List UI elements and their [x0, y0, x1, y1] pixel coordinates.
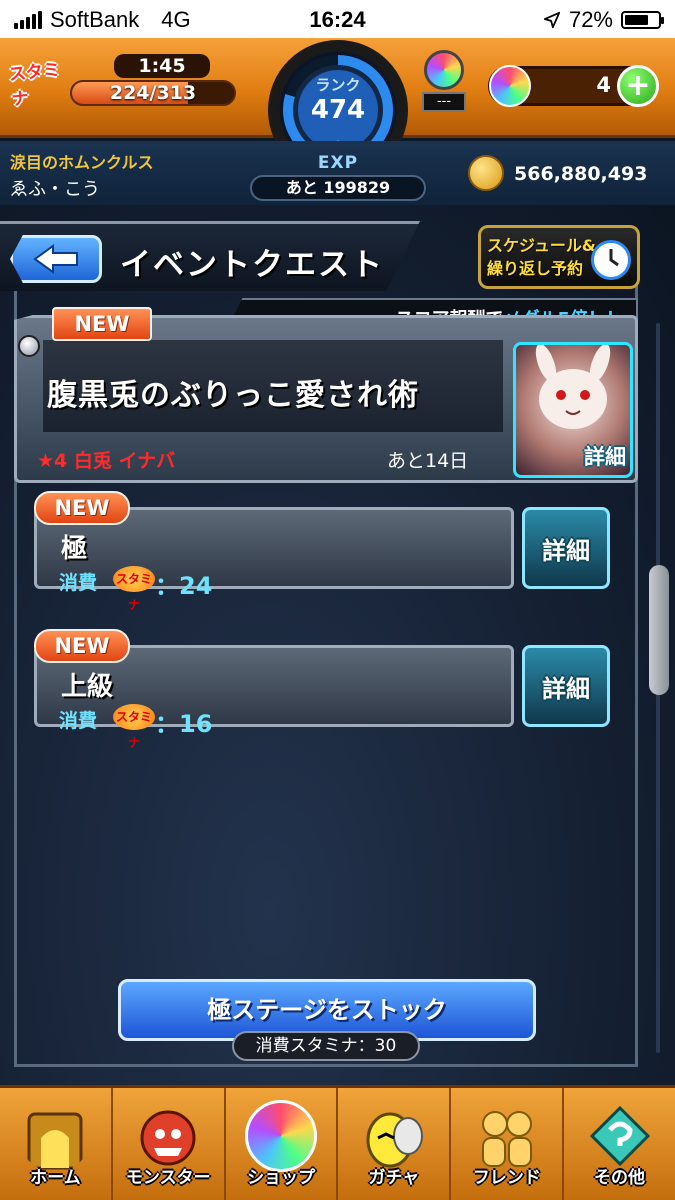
- player-title: 涙目のホムンクルス: [10, 153, 154, 172]
- event-subtitle: ★4 白兎 イナバ: [37, 450, 176, 472]
- nav-gacha[interactable]: ガチャ: [338, 1088, 452, 1200]
- pin-icon: [18, 335, 40, 357]
- rank-value: 474: [310, 95, 366, 125]
- rainbow-orb-icon: [424, 50, 464, 90]
- exp-panel: EXP あと 199829: [250, 153, 426, 201]
- quest-cost-label: 消費: [59, 710, 98, 732]
- stamina-icon: スタミナ: [8, 60, 61, 111]
- other-icon: [589, 1105, 650, 1167]
- page-title: イベントクエスト: [120, 247, 384, 283]
- nav-label: ガチャ: [368, 1168, 420, 1188]
- stamina-gauge[interactable]: スタミナ 224/313 1:45: [8, 52, 240, 114]
- bottom-nav: ホーム モンスター ショップ ガチャ フレンド その他: [0, 1085, 675, 1200]
- nav-home[interactable]: ホーム: [0, 1088, 113, 1200]
- scrollbar-thumb[interactable]: [649, 565, 669, 695]
- nav-label: ホーム: [30, 1168, 81, 1188]
- player-name: ゑふ・こう: [10, 179, 100, 200]
- stamina-timer: 1:45: [114, 54, 210, 78]
- player-info-bar: 涙目のホムンクルス ゑふ・こう EXP あと 199829 566,880,49…: [0, 141, 675, 205]
- nav-label: ショップ: [247, 1168, 316, 1188]
- add-orbs-button[interactable]: +: [617, 65, 659, 107]
- nav-label: フレンド: [472, 1168, 541, 1188]
- battery-icon: [621, 11, 664, 29]
- battery-level: [625, 15, 649, 25]
- quest-cost-value: ：16: [155, 710, 213, 738]
- gacha-egg-icon: [366, 1112, 423, 1168]
- schedule-label-line1: スケジュール&: [487, 236, 596, 255]
- stamina-bar: 224/313: [70, 80, 236, 106]
- schedule-button[interactable]: スケジュール& 繰り返し予約: [478, 225, 640, 289]
- orb-count: 4: [596, 73, 611, 97]
- quest-row[interactable]: 極 消費 スタミナ ：24 詳細 NEW: [34, 491, 612, 612]
- new-tag: NEW: [34, 491, 130, 525]
- quest-cost-label: 消費: [59, 572, 98, 594]
- nav-label: その他: [594, 1168, 646, 1188]
- event-detail-label: 詳細: [584, 445, 626, 469]
- event-remaining: あと14日: [387, 450, 469, 472]
- nav-other[interactable]: その他: [564, 1088, 675, 1200]
- coin-count: 566,880,493: [514, 163, 648, 185]
- new-tag: NEW: [34, 629, 130, 663]
- main-content: イベントクエスト スケジュール& 繰り返し予約 スコア報酬でメダル5倍！！ 腹黒…: [0, 205, 675, 1085]
- nav-label: モンスター: [125, 1168, 211, 1188]
- orb-balance[interactable]: 4 +: [488, 65, 659, 107]
- exp-remaining: あと 199829: [250, 175, 426, 201]
- alarm-clock-icon: [591, 240, 631, 280]
- exp-label: EXP: [317, 153, 359, 173]
- back-button[interactable]: [10, 235, 102, 283]
- stamina-value: 224/313: [109, 82, 197, 104]
- rank-label: ランク: [315, 76, 361, 94]
- quest-detail-button[interactable]: 詳細: [522, 645, 610, 727]
- event-title: 腹黒兎のぶりっこ愛され術: [47, 378, 419, 413]
- status-bar: SoftBank 4G 16:24 72%: [0, 0, 675, 38]
- top-header: スタミナ 224/313 1:45 ランク 474 --- 4 +: [0, 38, 675, 180]
- friends-icon: [481, 1111, 532, 1167]
- status-right: 72%: [543, 7, 664, 33]
- quest-cost-value: ：24: [155, 572, 213, 600]
- quest-row[interactable]: 上級 消費 スタミナ ：16 詳細 NEW: [34, 629, 612, 750]
- nav-monster[interactable]: モンスター: [113, 1088, 226, 1200]
- orb-slot-value: ---: [422, 92, 466, 112]
- stamina-icon: スタミナ: [113, 566, 155, 612]
- battery-percent: 72%: [568, 7, 613, 32]
- new-tag: NEW: [52, 307, 152, 341]
- event-detail-button[interactable]: 詳細: [513, 342, 633, 478]
- orb-slot[interactable]: ---: [418, 50, 470, 120]
- monster-icon: [140, 1110, 196, 1166]
- gold-coin-icon: [468, 155, 504, 191]
- quest-detail-button[interactable]: 詳細: [522, 507, 610, 589]
- quest-name: 極: [61, 534, 88, 564]
- stamina-icon: スタミナ: [113, 704, 155, 750]
- rank-text: ランク 474: [308, 74, 368, 142]
- orb-currency-icon: [489, 65, 531, 107]
- orb-shop-icon: [245, 1100, 318, 1172]
- back-arrow-icon: [33, 244, 78, 274]
- stock-cost: 消費スタミナ：30: [232, 1031, 420, 1061]
- nav-friend[interactable]: フレンド: [451, 1088, 565, 1200]
- home-gate-icon: [27, 1112, 83, 1170]
- nav-shop[interactable]: ショップ: [226, 1088, 339, 1200]
- location-arrow-icon: [543, 11, 561, 29]
- rabbit-monster-icon: [535, 344, 611, 429]
- quest-name: 上級: [61, 672, 114, 702]
